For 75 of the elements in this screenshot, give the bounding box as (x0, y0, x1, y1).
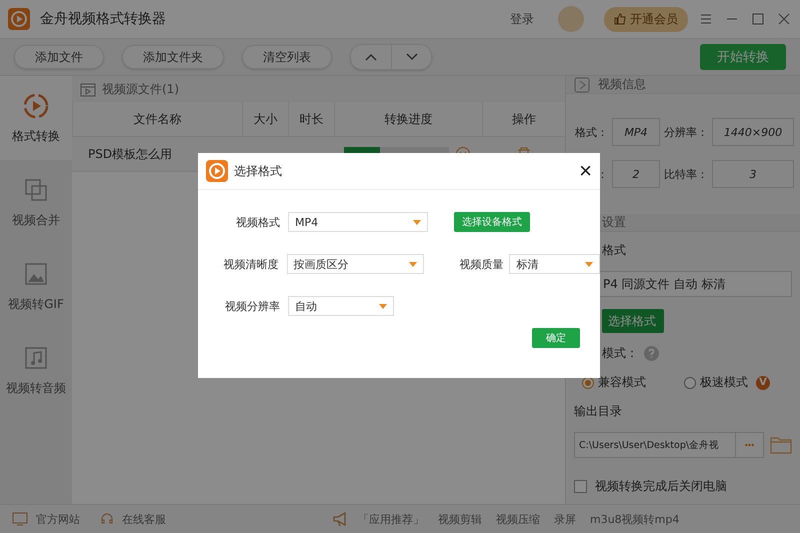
info-label: ： (597, 166, 608, 182)
dropdown[interactable]: 按画质区分 (286, 254, 424, 274)
play-file-icon (574, 76, 590, 92)
avatar[interactable] (558, 6, 584, 32)
dropdown[interactable]: 自动 (288, 296, 394, 316)
column-header: 大小 (242, 102, 288, 136)
output-format-label: 格式 (602, 242, 626, 259)
shutdown-checkbox[interactable]: 视频转换完成后关闭电脑 (574, 478, 792, 495)
info-value: 3 (712, 160, 794, 188)
app-link[interactable]: 视频压缩 (496, 512, 540, 526)
info-label: 比特率： (664, 166, 708, 182)
dialog-logo (206, 160, 228, 182)
app-logo (8, 8, 30, 30)
login-link[interactable]: 登录 (510, 10, 534, 28)
output-label: 输出目录 (574, 403, 623, 420)
website-link[interactable]: 官方网站 (36, 512, 80, 526)
dropdown-caret-icon (409, 262, 418, 266)
field-label: 视频分辨率 (224, 298, 281, 314)
chevron-up-icon (365, 53, 377, 61)
chevron-down-icon (406, 53, 418, 61)
sidebar-item[interactable]: 格式转换 (0, 76, 72, 160)
info-value: MP4 (612, 118, 660, 146)
headset-icon (100, 512, 114, 526)
dropdown-caret-icon (585, 262, 593, 266)
window-title: 金舟视频格式转换器 (40, 10, 167, 28)
browse-button[interactable]: ••• (735, 433, 763, 457)
app-link[interactable]: 录屏 (554, 512, 576, 526)
column-header: 转换进度 (334, 102, 482, 136)
info-label: 分辨率： (664, 124, 708, 140)
column-header: 时长 (288, 102, 334, 136)
mode-label: 模式： (602, 345, 638, 362)
ok-button[interactable]: 确定 (532, 328, 580, 348)
vip-badge: V (756, 376, 770, 390)
toolbar-button[interactable]: 添加文件 (14, 45, 104, 69)
sidebar-item[interactable]: 视频转GIF (0, 244, 72, 328)
panel-title: 设置 (602, 214, 626, 231)
support-link[interactable]: 在线客服 (122, 512, 166, 526)
toolbar-button[interactable]: 清空列表 (242, 45, 332, 69)
table-cell-text: PSD模板怎么用 (87, 146, 172, 162)
dropdown-caret-icon (413, 220, 421, 224)
maximize-icon[interactable] (750, 11, 766, 27)
help-icon[interactable] (644, 346, 659, 361)
output-path-field[interactable]: C:\Users\User\Desktop\金舟视 ••• (574, 432, 764, 458)
info-label: 格式： (575, 124, 608, 140)
app-link[interactable]: 视频剪辑 (438, 512, 482, 526)
play-icon (22, 92, 50, 120)
info-value: 1440×900 (712, 118, 794, 146)
thumbs-up-icon (614, 13, 626, 25)
film-icon (80, 81, 96, 97)
panel-title: 视频信息 (598, 76, 646, 93)
mode-radio[interactable]: 极速模式 V (684, 374, 770, 391)
close-button[interactable]: × (579, 160, 592, 182)
dropdown-caret-icon (379, 304, 387, 308)
close-icon[interactable] (776, 11, 792, 27)
device-format-button[interactable]: 选择设备格式 (454, 212, 530, 232)
info-value: 2 (612, 160, 660, 188)
dropdown[interactable]: MP4 (288, 212, 428, 232)
column-header: 操作 (482, 102, 565, 136)
field-label: 视频质量 (458, 256, 504, 272)
sidebar-item[interactable]: 视频转音频 (0, 328, 72, 412)
start-button[interactable]: 开始转换 (700, 44, 786, 70)
dialog-title: 选择格式 (234, 162, 283, 180)
list-title: 视频源文件(1) (102, 80, 179, 98)
field-label: 视频格式 (235, 214, 281, 230)
dropdown[interactable]: 标清 (509, 254, 600, 274)
recommend-label: 「应用推荐」 (358, 512, 424, 526)
toolbar-button[interactable]: 添加文件夹 (122, 45, 224, 69)
field-label: 视频清晰度 (222, 256, 280, 272)
monitor-icon (12, 512, 28, 526)
choose-format-button[interactable]: 选择格式 (602, 309, 664, 333)
column-header: 文件名称 (72, 102, 242, 136)
sidebar-item[interactable]: 视频合并 (0, 160, 72, 244)
folder-icon[interactable] (770, 436, 792, 454)
vip-button[interactable]: 开通会员 (604, 6, 688, 32)
app-link[interactable]: m3u8视频转mp4 (590, 512, 680, 526)
